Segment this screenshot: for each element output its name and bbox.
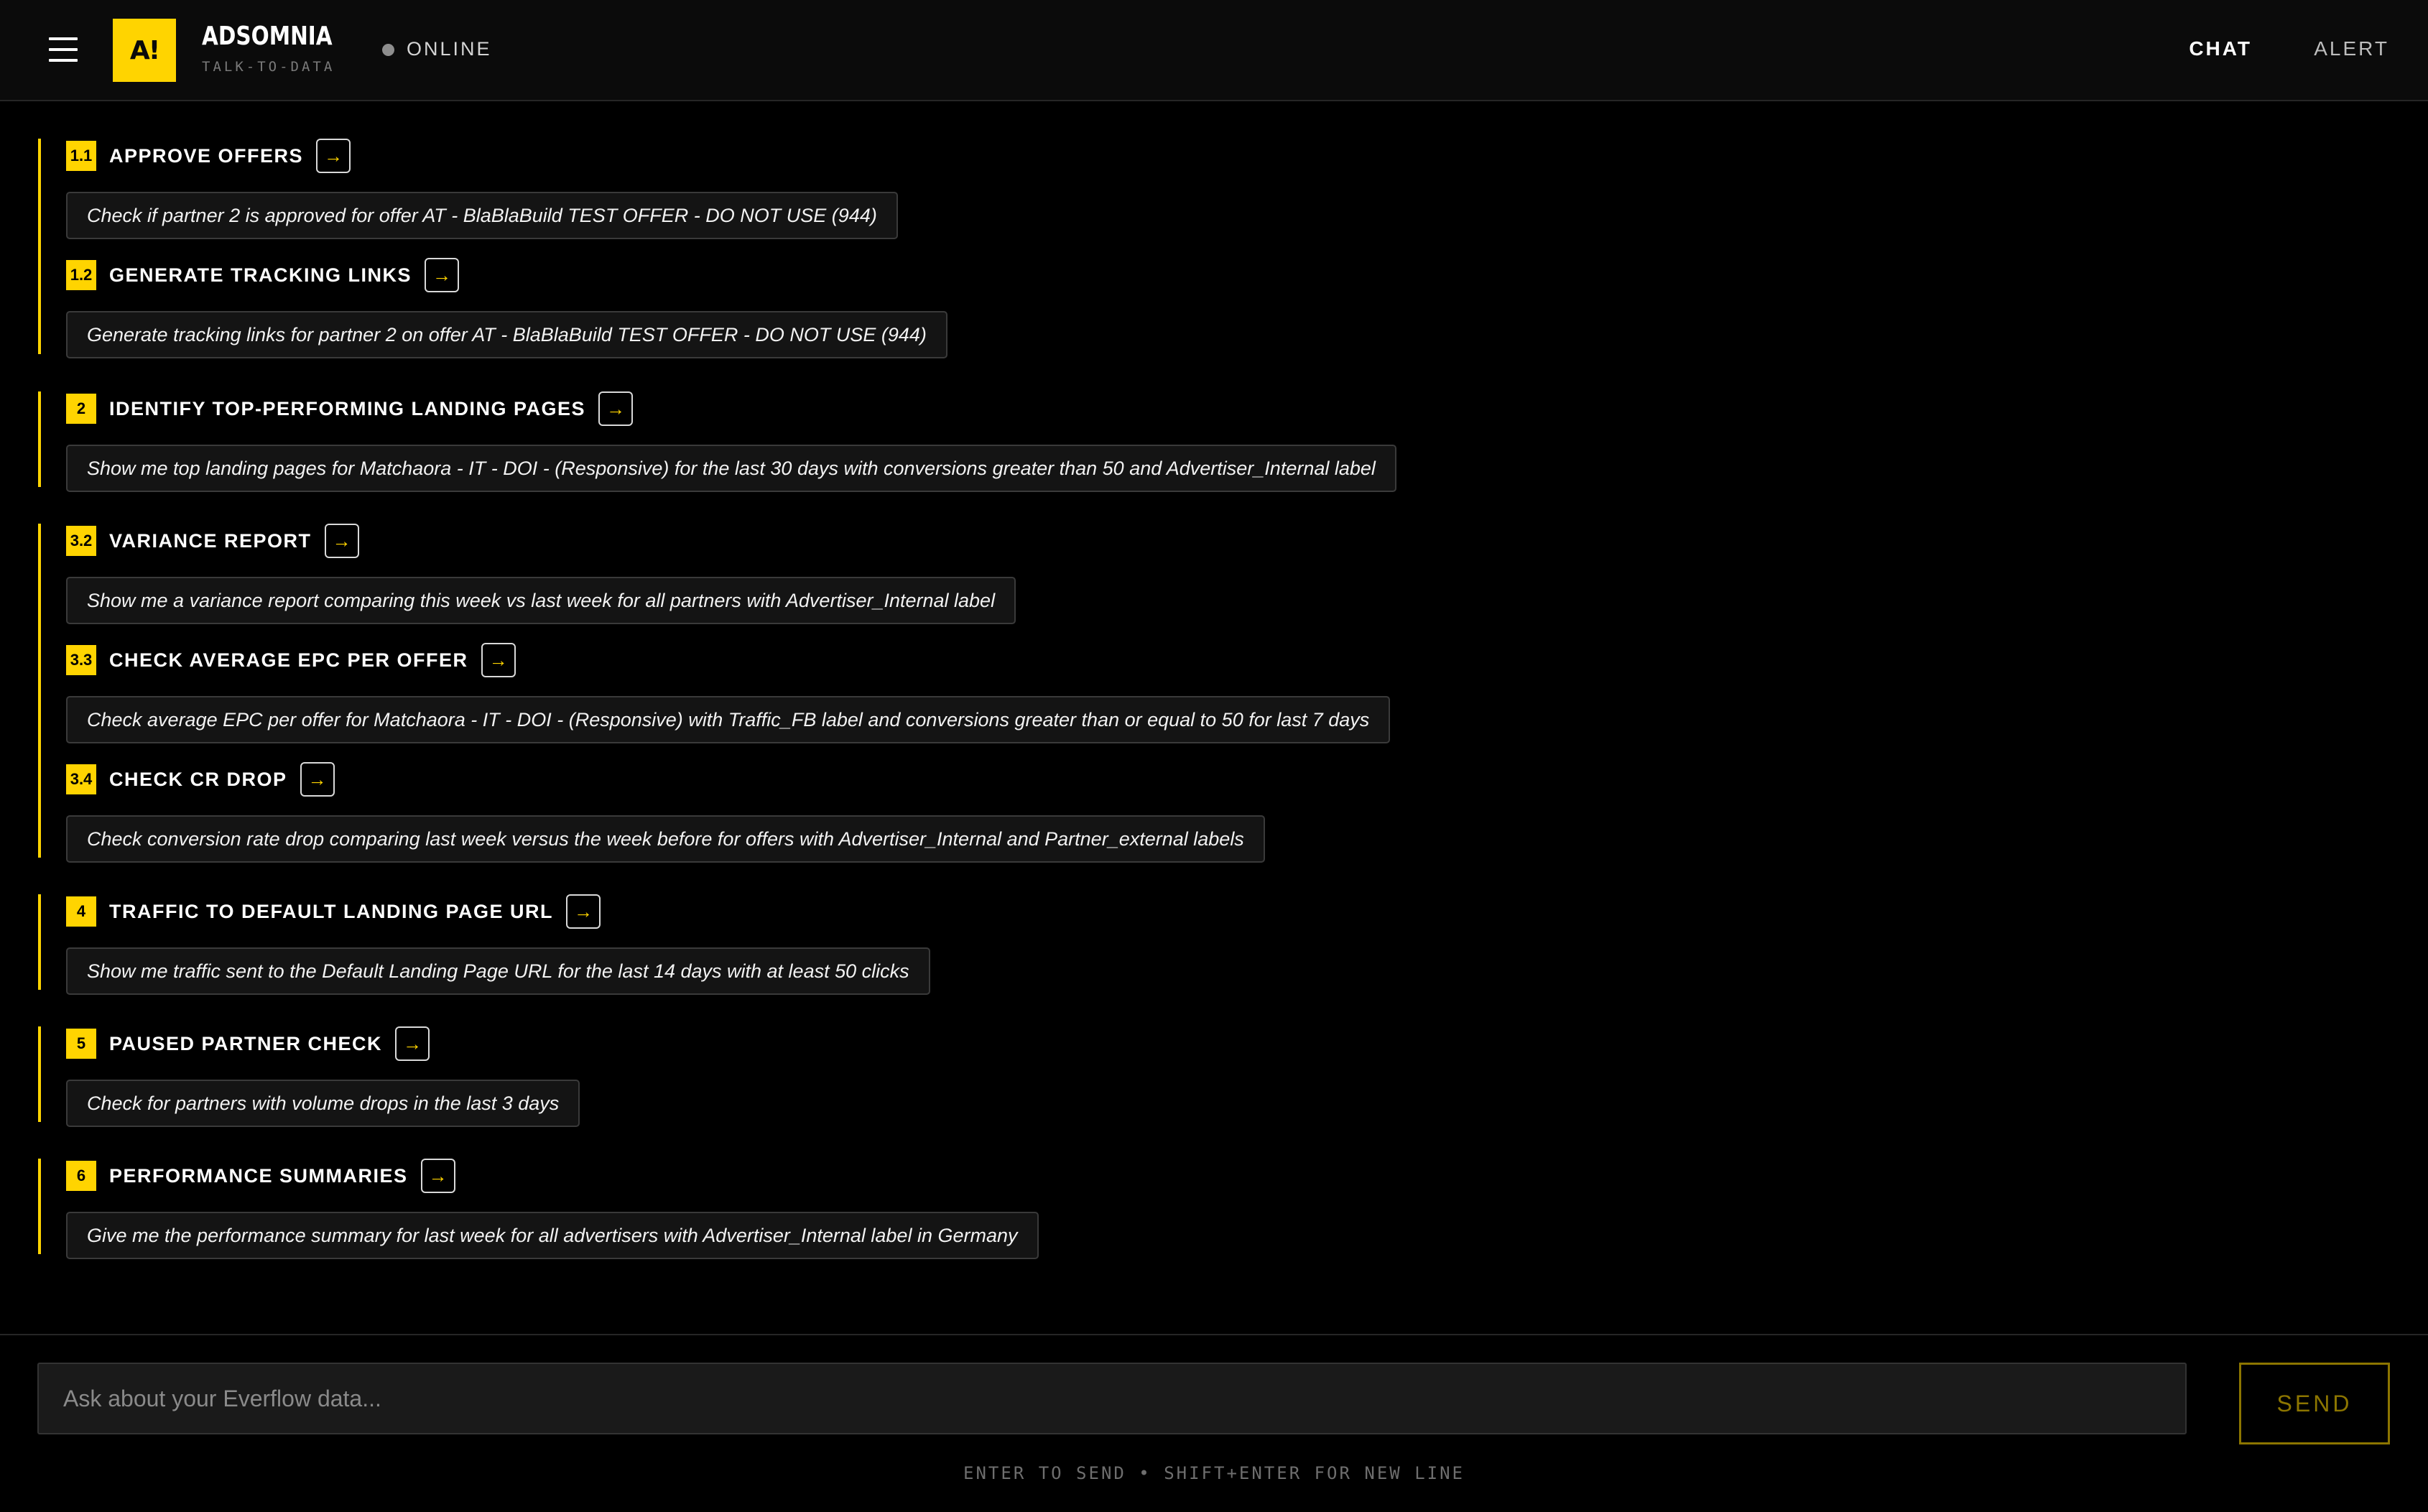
suggestion-number-badge: 1.2 bbox=[66, 260, 96, 290]
suggestion-prompt[interactable]: Show me a variance report comparing this… bbox=[66, 577, 1016, 624]
suggestion-group-5: 5 PAUSED PARTNER CHECK → Check for partn… bbox=[38, 1026, 972, 1127]
suggestion-prompt[interactable]: Give me the performance summary for last… bbox=[66, 1212, 1039, 1259]
arrow-right-icon[interactable]: → bbox=[316, 139, 351, 173]
arrow-right-icon[interactable]: → bbox=[425, 258, 460, 292]
nav-alert-link[interactable]: ALERT bbox=[2314, 37, 2389, 60]
suggestion-title: VARIANCE REPORT bbox=[109, 529, 312, 552]
app-header: A! ADSOMNIA TALK-TO-DATA ONLINE CHAT ALE… bbox=[0, 0, 2428, 101]
status-dot-icon bbox=[382, 44, 394, 56]
keyboard-hint: ENTER TO SEND • SHIFT+ENTER FOR NEW LINE bbox=[963, 1463, 1465, 1483]
suggestion-number-badge: 2 bbox=[66, 394, 96, 424]
hamburger-menu-icon[interactable] bbox=[49, 37, 78, 62]
suggestion-number-badge: 3.2 bbox=[66, 526, 96, 556]
suggestion-number-badge: 1.1 bbox=[66, 141, 96, 171]
arrow-right-icon[interactable]: → bbox=[598, 391, 634, 426]
nav-chat-link[interactable]: CHAT bbox=[2189, 37, 2252, 60]
suggestion-title: APPROVE OFFERS bbox=[109, 144, 304, 167]
app-logo: A! bbox=[113, 19, 176, 82]
suggestion-title: GENERATE TRACKING LINKS bbox=[109, 264, 412, 286]
suggestion-title: PERFORMANCE SUMMARIES bbox=[109, 1164, 408, 1187]
send-button[interactable]: SEND bbox=[2239, 1363, 2390, 1444]
arrow-right-icon[interactable]: → bbox=[395, 1026, 430, 1061]
suggestion-group-6: 6 PERFORMANCE SUMMARIES → Give me the pe… bbox=[38, 1159, 1039, 1259]
suggestion-group-3: 3.2 VARIANCE REPORT → Show me a variance… bbox=[38, 524, 1391, 863]
suggestion-prompt[interactable]: Check for partners with volume drops in … bbox=[66, 1080, 580, 1127]
chat-input[interactable] bbox=[37, 1363, 2187, 1434]
suggestion-prompt[interactable]: Check conversion rate drop comparing las… bbox=[66, 815, 1265, 863]
suggestion-group-1: 1.1 APPROVE OFFERS → Check if partner 2 … bbox=[38, 139, 972, 358]
suggestion-number-badge: 4 bbox=[66, 896, 96, 927]
suggestion-title: CHECK AVERAGE EPC PER OFFER bbox=[109, 649, 468, 671]
suggestion-number-badge: 3.3 bbox=[66, 645, 96, 675]
connection-status: ONLINE bbox=[407, 38, 492, 60]
suggestion-number-badge: 6 bbox=[66, 1161, 96, 1191]
suggestion-prompt[interactable]: Show me top landing pages for Matchaora … bbox=[66, 445, 1396, 492]
brand-subtitle: TALK-TO-DATA bbox=[202, 59, 335, 75]
arrow-right-icon[interactable]: → bbox=[300, 762, 335, 797]
brand-name: ADSOMNIA bbox=[202, 22, 333, 51]
suggestion-title: CHECK CR DROP bbox=[109, 768, 287, 790]
chat-composer: SEND ENTER TO SEND • SHIFT+ENTER FOR NEW… bbox=[0, 1334, 2428, 1512]
suggestion-group-2: 2 IDENTIFY TOP-PERFORMING LANDING PAGES … bbox=[38, 391, 1396, 492]
suggestion-number-badge: 3.4 bbox=[66, 764, 96, 794]
suggestion-title: TRAFFIC TO DEFAULT LANDING PAGE URL bbox=[109, 900, 553, 922]
suggestion-number-badge: 5 bbox=[66, 1029, 96, 1059]
suggestion-prompt[interactable]: Check average EPC per offer for Matchaor… bbox=[66, 696, 1391, 743]
suggestion-prompt[interactable]: Show me traffic sent to the Default Land… bbox=[66, 947, 930, 995]
arrow-right-icon[interactable]: → bbox=[481, 643, 516, 677]
suggestion-title: PAUSED PARTNER CHECK bbox=[109, 1032, 383, 1054]
suggestion-title: IDENTIFY TOP-PERFORMING LANDING PAGES bbox=[109, 397, 586, 419]
arrow-right-icon[interactable]: → bbox=[565, 894, 601, 929]
suggestion-group-4: 4 TRAFFIC TO DEFAULT LANDING PAGE URL → … bbox=[38, 894, 972, 995]
arrow-right-icon[interactable]: → bbox=[324, 524, 359, 558]
arrow-right-icon[interactable]: → bbox=[420, 1159, 455, 1193]
suggestion-prompt[interactable]: Check if partner 2 is approved for offer… bbox=[66, 192, 898, 239]
suggestion-prompt[interactable]: Generate tracking links for partner 2 on… bbox=[66, 311, 947, 358]
